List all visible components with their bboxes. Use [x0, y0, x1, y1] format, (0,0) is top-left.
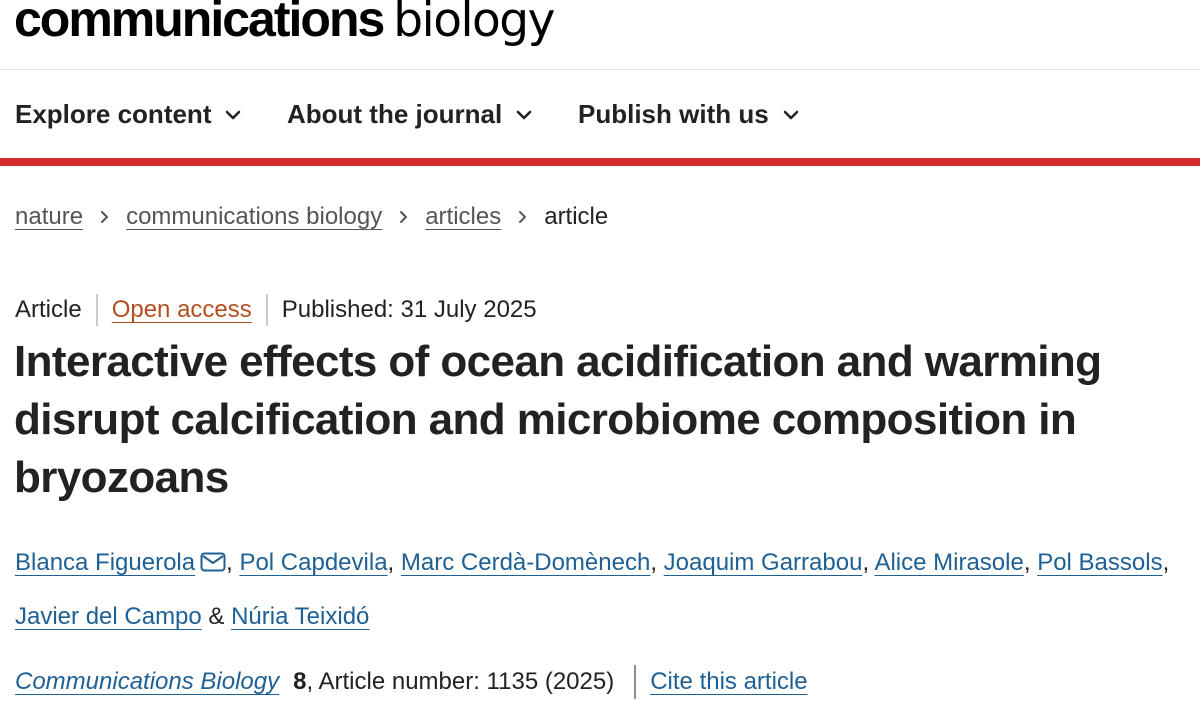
- chevron-right-icon: [399, 210, 408, 224]
- nav-item-label: About the journal: [287, 99, 503, 129]
- breadcrumb-articles[interactable]: articles: [425, 203, 501, 231]
- meta-divider: [265, 294, 268, 326]
- nav-accent-bar: [0, 158, 1200, 166]
- nav-explore-content[interactable]: Explore content: [15, 99, 241, 130]
- article-number: , Article number: 1135 (2025): [306, 668, 615, 695]
- mail-icon[interactable]: [200, 539, 226, 591]
- breadcrumb-communications-biology[interactable]: communications biology: [126, 203, 382, 231]
- article-title: Interactive effects of ocean acidificati…: [14, 337, 1102, 502]
- cite-divider: [634, 665, 637, 699]
- nav-about-journal[interactable]: About the journal: [287, 99, 532, 130]
- logo-secondary-text: biology: [393, 0, 555, 48]
- journal-logo[interactable]: communications biology: [14, 0, 555, 47]
- chevron-down-icon: [783, 110, 799, 120]
- author-link[interactable]: Joaquim Garrabou: [664, 549, 863, 576]
- chevron-right-icon: [518, 210, 527, 224]
- author-separator: ,: [1162, 549, 1170, 576]
- author-link[interactable]: Blanca Figuerola: [15, 549, 195, 576]
- author-link[interactable]: Pol Bassols: [1037, 549, 1162, 576]
- article-meta: Article Open access Published: 31 July 2…: [15, 294, 537, 326]
- author-list: Blanca Figuerola, Pol Capdevila, Marc Ce…: [15, 537, 1187, 643]
- author-link[interactable]: Alice Mirasole: [874, 549, 1023, 576]
- author-link[interactable]: Marc Cerdà-Domènech: [401, 549, 650, 576]
- breadcrumb: nature communications biology articles a…: [15, 203, 608, 231]
- nav-publish-with-us[interactable]: Publish with us: [578, 99, 799, 130]
- author-final-separator: &: [201, 603, 232, 630]
- author-separator: ,: [650, 549, 664, 576]
- main-nav: Explore content About the journal Publis…: [0, 71, 1200, 159]
- cite-this-article-link[interactable]: Cite this article: [650, 668, 807, 696]
- author-separator: ,: [862, 549, 875, 576]
- published-date: Published: 31 July 2025: [281, 296, 537, 323]
- chevron-down-icon: [225, 110, 241, 120]
- open-access-link[interactable]: Open access: [112, 296, 252, 324]
- author-separator: ,: [1023, 549, 1038, 576]
- journal-link[interactable]: Communications Biology: [15, 668, 279, 696]
- meta-divider: [95, 294, 98, 326]
- chevron-right-icon: [100, 210, 109, 224]
- author-separator: ,: [226, 549, 240, 576]
- author-link[interactable]: Javier del Campo: [15, 603, 202, 630]
- breadcrumb-current: article: [544, 203, 609, 230]
- volume-number: 8: [293, 668, 307, 695]
- author-link[interactable]: Núria Teixidó: [231, 603, 369, 630]
- article-type: Article: [15, 296, 82, 323]
- site-header: communications biology: [0, 0, 1200, 70]
- author-separator: ,: [387, 549, 401, 576]
- logo-primary-text: communications: [14, 0, 385, 47]
- citation-line: Communications Biology 8 , Article numbe…: [15, 664, 808, 700]
- chevron-down-icon: [516, 110, 532, 120]
- breadcrumb-nature[interactable]: nature: [15, 203, 83, 231]
- nav-item-label: Explore content: [15, 99, 212, 129]
- nav-item-label: Publish with us: [578, 99, 769, 129]
- author-link[interactable]: Pol Capdevila: [239, 549, 387, 576]
